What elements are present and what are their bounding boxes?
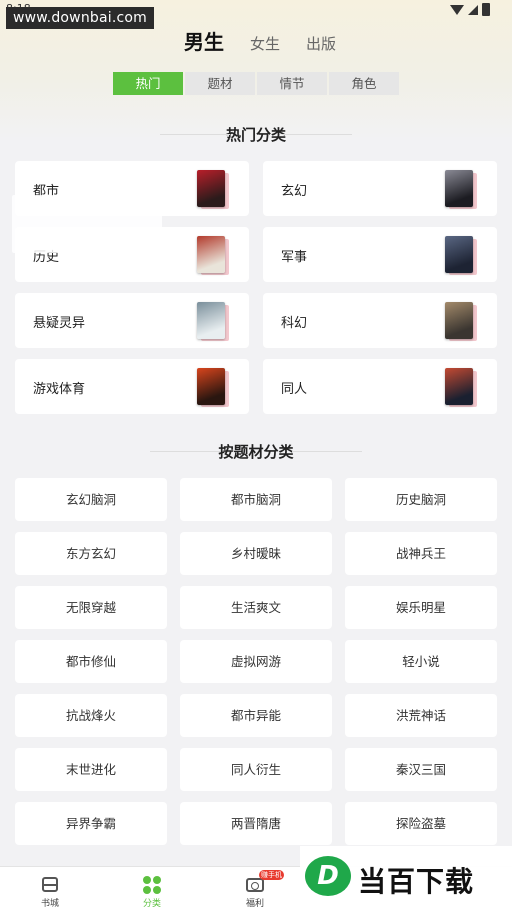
topic-chip[interactable]: 战神兵王 bbox=[345, 532, 497, 575]
brand-logo-letter: D bbox=[317, 861, 339, 891]
hot-category-card[interactable]: 游戏体育 bbox=[15, 359, 249, 414]
tab-publish[interactable]: 出版 bbox=[306, 33, 336, 54]
topic-chip[interactable]: 都市异能 bbox=[180, 694, 332, 737]
hot-category-card[interactable]: 悬疑灵异 bbox=[15, 293, 249, 348]
topic-chip[interactable]: 异界争霸 bbox=[15, 802, 167, 845]
book-cover-thumbnail bbox=[445, 170, 477, 209]
topic-chip[interactable]: 同人衍生 bbox=[180, 748, 332, 791]
top-tabs: 男生 女生 出版 bbox=[0, 26, 512, 55]
subtab-hot[interactable]: 热门 bbox=[113, 72, 183, 95]
topic-chip[interactable]: 都市脑洞 bbox=[180, 478, 332, 521]
topic-chip[interactable]: 东方玄幻 bbox=[15, 532, 167, 575]
hot-section-header: 热门分类 bbox=[0, 124, 512, 145]
book-cover-thumbnail bbox=[197, 170, 229, 209]
topic-chip[interactable]: 末世进化 bbox=[15, 748, 167, 791]
brand-watermark: D 当百下载 bbox=[300, 846, 512, 910]
hot-category-card[interactable]: 玄幻 bbox=[263, 161, 497, 216]
divider-line bbox=[292, 451, 362, 452]
topic-chip[interactable]: 轻小说 bbox=[345, 640, 497, 683]
topic-section-header: 按题材分类 bbox=[0, 441, 512, 462]
topic-chip[interactable]: 抗战烽火 bbox=[15, 694, 167, 737]
topic-chip[interactable]: 洪荒神话 bbox=[345, 694, 497, 737]
topic-chip[interactable]: 乡村暧昧 bbox=[180, 532, 332, 575]
book-cover-thumbnail bbox=[197, 302, 229, 341]
hot-category-card[interactable]: 同人 bbox=[263, 359, 497, 414]
book-cover-thumbnail bbox=[445, 236, 477, 275]
topic-chip[interactable]: 都市修仙 bbox=[15, 640, 167, 683]
topic-chip[interactable]: 两晋隋唐 bbox=[180, 802, 332, 845]
hot-section-title: 热门分类 bbox=[225, 126, 286, 144]
status-icons bbox=[450, 3, 490, 16]
signal-icon bbox=[468, 4, 478, 15]
book-cover-thumbnail bbox=[197, 368, 229, 407]
hot-category-label: 同人 bbox=[281, 382, 308, 397]
book-cover-thumbnail bbox=[445, 368, 477, 407]
book-cover-thumbnail bbox=[197, 236, 229, 275]
topic-chip[interactable]: 玄幻脑洞 bbox=[15, 478, 167, 521]
topic-chip[interactable]: 生活爽文 bbox=[180, 586, 332, 629]
divider-line bbox=[282, 134, 352, 135]
category-icon bbox=[143, 876, 161, 894]
hot-category-label: 玄幻 bbox=[281, 184, 308, 199]
subtab-theme[interactable]: 题材 bbox=[185, 72, 255, 95]
obscured-region bbox=[12, 195, 162, 253]
topic-grid: 玄幻脑洞 都市脑洞 历史脑洞东方玄幻 乡村暧昧 战神兵王无限穿越 生活爽文 娱乐明星都市修仙… bbox=[15, 478, 497, 845]
subtab-plot[interactable]: 情节 bbox=[257, 72, 327, 95]
subtab-role[interactable]: 角色 bbox=[329, 72, 399, 95]
topic-section-title: 按题材分类 bbox=[218, 443, 294, 461]
hot-category-label: 军事 bbox=[281, 250, 308, 265]
nav-label: 分类 bbox=[142, 899, 161, 909]
wifi-icon bbox=[450, 4, 464, 15]
bookshelf-icon bbox=[42, 877, 58, 892]
sub-tabs: 热门 题材 情节 角色 bbox=[113, 72, 399, 95]
hot-category-label: 科幻 bbox=[281, 316, 308, 331]
divider-line bbox=[160, 134, 230, 135]
topic-chip[interactable]: 探险盗墓 bbox=[345, 802, 497, 845]
brand-watermark-text: 当百下载 bbox=[358, 865, 475, 898]
battery-icon bbox=[482, 3, 490, 16]
hot-category-label: 游戏体育 bbox=[33, 382, 86, 397]
welfare-badge: 赚手机 bbox=[259, 870, 284, 880]
topic-chip[interactable]: 历史脑洞 bbox=[345, 478, 497, 521]
welfare-icon bbox=[246, 878, 264, 892]
topic-chip[interactable]: 娱乐明星 bbox=[345, 586, 497, 629]
topic-chip[interactable]: 虚拟网游 bbox=[180, 640, 332, 683]
book-cover-thumbnail bbox=[445, 302, 477, 341]
nav-label: 书城 bbox=[40, 899, 59, 909]
divider-line bbox=[150, 451, 220, 452]
hot-category-card[interactable]: 军事 bbox=[263, 227, 497, 282]
hot-category-card[interactable]: 科幻 bbox=[263, 293, 497, 348]
hot-category-label: 悬疑灵异 bbox=[33, 316, 86, 331]
brand-logo-icon: D bbox=[305, 856, 351, 896]
topic-chip[interactable]: 秦汉三国 bbox=[345, 748, 497, 791]
tab-male[interactable]: 男生 bbox=[184, 26, 224, 55]
nav-label: 福利 bbox=[245, 899, 264, 909]
topic-chip[interactable]: 无限穿越 bbox=[15, 586, 167, 629]
tab-female[interactable]: 女生 bbox=[250, 33, 280, 54]
